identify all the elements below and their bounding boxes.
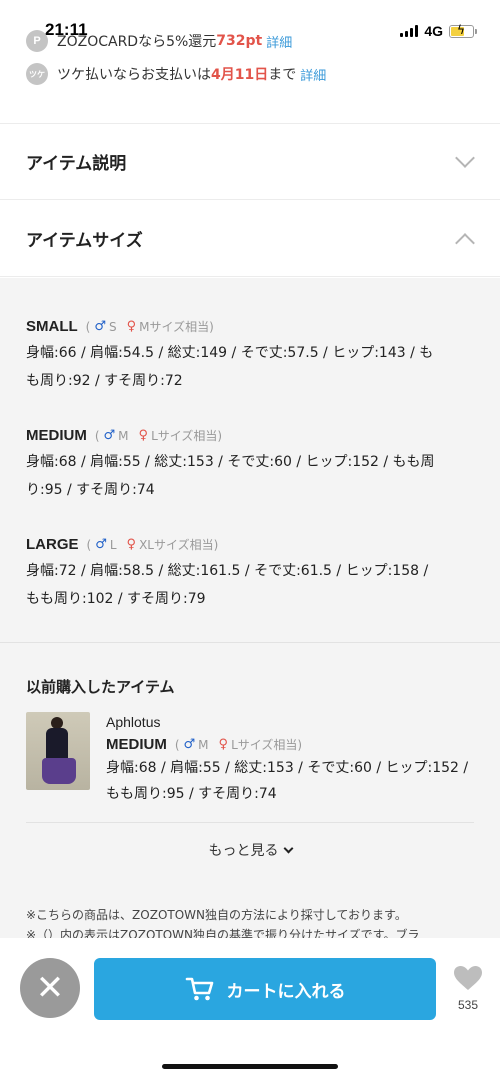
male-size: S xyxy=(109,319,117,334)
size-row-small: SMALL (♂ S ♀ Mサイズ相当) 身幅:66 / 肩幅:54.5 / 総丈:… xyxy=(26,318,476,395)
chevron-down-icon xyxy=(283,843,293,854)
bottom-action-bar: ✕ カートに入れる 535 xyxy=(0,938,500,1080)
male-icon: ♂ xyxy=(183,737,196,752)
size-header: MEDIUM (♂ M ♀ Lサイズ相当) xyxy=(106,736,303,753)
measure-line: 身幅:72 / 肩幅:58.5 / 総丈:161.5 / そで丈:61.5 / … xyxy=(26,563,429,579)
measure-line: り:95 / すそ周り:74 xyxy=(26,482,155,498)
size-note: ※こちらの商品は、ZOZOTOWN独自の方法により採寸しております。 xyxy=(26,908,407,922)
favorite-button[interactable]: 535 xyxy=(448,964,488,1012)
cart-label: カートに入れる xyxy=(226,981,346,1002)
accordion-item-description[interactable]: アイテム説明 xyxy=(0,124,500,200)
tsuke-promo: ツケ ツケ払いならお支払いは 4月11日 まで 詳細 xyxy=(26,63,326,85)
accordion-title: アイテム説明 xyxy=(26,154,127,174)
male-size: M xyxy=(198,737,209,752)
male-icon: ♂ xyxy=(103,428,116,443)
home-indicator xyxy=(162,1064,338,1069)
size-header: LARGE (♂ L ♀ XLサイズ相当) xyxy=(26,536,219,553)
heart-icon xyxy=(454,966,482,990)
size-row-medium: MEDIUM (♂ M ♀ Lサイズ相当) 身幅:68 / 肩幅:55 / 総丈:1… xyxy=(26,427,476,504)
size-name: MEDIUM xyxy=(106,736,167,753)
favorite-count: 535 xyxy=(457,998,479,1012)
female-size: Lサイズ相当 xyxy=(231,738,298,752)
tsuke-text-after: まで xyxy=(268,67,297,83)
show-more-button[interactable]: もっと見る xyxy=(0,840,500,860)
size-row-large: LARGE (♂ L ♀ XLサイズ相当) 身幅:72 / 肩幅:58.5 / 総丈… xyxy=(26,536,476,613)
chevron-up-icon xyxy=(455,232,475,253)
battery-icon: ϟ xyxy=(449,23,477,38)
female-icon: ♀ xyxy=(126,319,137,334)
tsuke-text: ツケ払いならお支払いは xyxy=(57,67,211,83)
divider xyxy=(0,642,500,643)
zozocard-text: ZOZOCARDなら5%還元 xyxy=(57,34,217,50)
size-measurements: 身幅:66 / 肩幅:54.5 / 総丈:149 / そで丈:57.5 / ヒッ… xyxy=(26,339,476,395)
size-header: SMALL (♂ S ♀ Mサイズ相当) xyxy=(26,318,214,335)
chevron-down-icon xyxy=(455,147,475,168)
male-icon: ♂ xyxy=(95,537,107,552)
measure-line: 身幅:68 / 肩幅:55 / 総丈:153 / そで丈:60 / ヒップ:15… xyxy=(26,454,435,470)
signal-icon xyxy=(400,25,419,37)
zozocard-promo: P ZOZOCARDなら5%還元 732pt 詳細 xyxy=(26,30,292,52)
tsuke-detail-link[interactable]: 詳細 xyxy=(300,65,326,84)
size-measurements: 身幅:72 / 肩幅:58.5 / 総丈:161.5 / そで丈:61.5 / … xyxy=(26,557,476,613)
size-name: SMALL xyxy=(26,318,78,335)
product-thumbnail[interactable] xyxy=(26,712,90,790)
female-size: Mサイズ相当 xyxy=(139,320,210,334)
male-size: M xyxy=(118,428,129,443)
male-size: L xyxy=(109,537,117,552)
zozocard-detail-link[interactable]: 詳細 xyxy=(266,32,292,51)
size-measurements: 身幅:68 / 肩幅:55 / 総丈:153 / そで丈:60 / ヒップ:15… xyxy=(106,755,482,807)
female-icon: ♀ xyxy=(126,537,137,552)
size-name: LARGE xyxy=(26,536,79,553)
add-to-cart-button[interactable]: カートに入れる xyxy=(94,958,436,1020)
history-title: 以前購入したアイテム xyxy=(26,678,175,696)
show-more-label: もっと見る xyxy=(208,843,279,859)
measure-line: も周り:92 / すそ周り:72 xyxy=(26,373,183,389)
history-item: Aphlotus MEDIUM (♂ M ♀ Lサイズ相当) 身幅:68 / 肩幅:… xyxy=(106,714,482,807)
divider xyxy=(26,822,474,823)
status-indicators: 4G ϟ xyxy=(400,23,477,39)
measure-line: もも周り:95 / すそ周り:74 xyxy=(106,786,277,802)
zozocard-points: 732pt xyxy=(216,33,263,49)
female-size: Lサイズ相当 xyxy=(151,429,218,443)
size-header: MEDIUM (♂ M ♀ Lサイズ相当) xyxy=(26,427,223,444)
accordion-item-size[interactable]: アイテムサイズ xyxy=(0,201,500,277)
female-size: XLサイズ相当 xyxy=(139,538,214,552)
tsuke-date: 4月11日 xyxy=(211,67,269,83)
close-icon: ✕ xyxy=(35,968,65,1008)
size-measurements: 身幅:68 / 肩幅:55 / 総丈:153 / そで丈:60 / ヒップ:15… xyxy=(26,448,476,504)
measure-line: 身幅:68 / 肩幅:55 / 総丈:153 / そで丈:60 / ヒップ:15… xyxy=(106,760,469,776)
accordion-title: アイテムサイズ xyxy=(26,231,143,251)
female-icon: ♀ xyxy=(138,428,149,443)
measure-line: もも周り:102 / すそ周り:79 xyxy=(26,591,206,607)
point-icon: P xyxy=(26,30,48,52)
network-label: 4G xyxy=(424,23,443,39)
male-icon: ♂ xyxy=(94,319,107,334)
tsuke-icon: ツケ xyxy=(26,63,48,85)
brand-name: Aphlotus xyxy=(106,714,161,730)
female-icon: ♀ xyxy=(218,737,229,752)
cart-icon xyxy=(185,977,213,1001)
measure-line: 身幅:66 / 肩幅:54.5 / 総丈:149 / そで丈:57.5 / ヒッ… xyxy=(26,345,434,361)
close-button[interactable]: ✕ xyxy=(20,958,80,1018)
size-name: MEDIUM xyxy=(26,427,87,444)
